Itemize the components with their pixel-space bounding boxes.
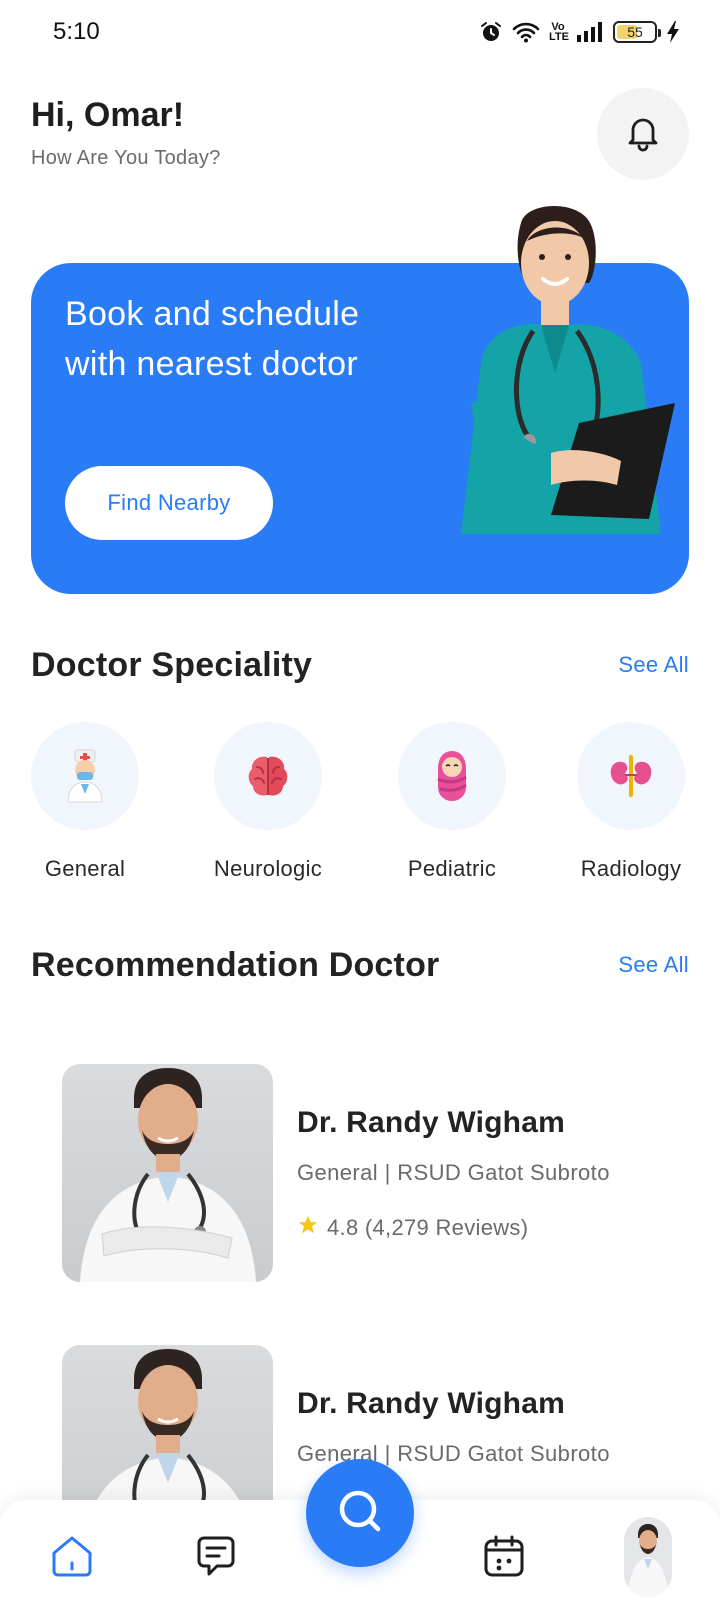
doctor-name: Dr. Randy Wigham — [297, 1106, 565, 1139]
doctor-photo — [62, 1064, 273, 1282]
nav-chat[interactable] — [192, 1534, 240, 1582]
doctor-name: Dr. Randy Wigham — [297, 1387, 565, 1420]
doctor-icon — [31, 722, 139, 830]
search-icon — [335, 1486, 385, 1541]
speciality-general[interactable]: General — [5, 722, 165, 882]
battery-icon: 55 — [613, 21, 661, 43]
speciality-pediatric[interactable]: Pediatric — [372, 722, 532, 882]
brain-icon — [214, 722, 322, 830]
calendar-icon — [481, 1533, 527, 1584]
kidney-icon — [577, 722, 685, 830]
find-nearby-button[interactable]: Find Nearby — [65, 466, 273, 540]
speciality-see-all-link[interactable]: See All — [618, 652, 689, 678]
baby-icon — [398, 722, 506, 830]
signal-icon — [576, 21, 604, 43]
speciality-title: Doctor Speciality — [31, 646, 313, 684]
doctor-rating: 4.8 (4,279 Reviews) — [297, 1214, 528, 1242]
greeting-subtitle: How Are You Today? — [31, 147, 221, 169]
doctor-meta: General | RSUD Gatot Subroto — [297, 1160, 610, 1185]
battery-level: 55 — [627, 24, 643, 40]
banner-text: Book and schedule with nearest doctor — [65, 295, 360, 383]
speciality-label: Pediatric — [407, 856, 497, 881]
recommendation-see-all-link[interactable]: See All — [618, 952, 689, 978]
bell-icon — [623, 112, 663, 157]
doctor-card[interactable]: Dr. Randy Wigham General | RSUD Gatot Su… — [62, 1064, 682, 1284]
profile-avatar[interactable] — [624, 1517, 672, 1597]
home-icon — [49, 1533, 95, 1584]
alarm-icon — [479, 20, 503, 44]
wifi-icon — [512, 21, 540, 43]
speciality-label: Radiology — [580, 856, 682, 881]
charging-icon — [666, 20, 680, 44]
speciality-label: General — [44, 856, 126, 881]
speciality-radiology[interactable]: Radiology — [551, 722, 711, 882]
notification-button[interactable] — [597, 88, 689, 180]
recommendation-title: Recommendation Doctor — [31, 946, 440, 984]
chat-icon — [193, 1533, 239, 1584]
nav-calendar[interactable] — [480, 1534, 528, 1582]
status-bar: 5:10 Vo LTE 55 — [0, 0, 720, 64]
speciality-neurologic[interactable]: Neurologic — [188, 722, 348, 882]
rating-text: 4.8 (4,279 Reviews) — [327, 1215, 529, 1240]
promo-banner: Book and schedule with nearest doctor Fi… — [31, 206, 689, 594]
greeting-title: Hi, Omar! — [31, 96, 185, 134]
nav-home[interactable] — [48, 1534, 96, 1582]
home-screen: 5:10 Vo LTE 55 Hi, Omar! How Are You Tod… — [0, 0, 720, 1612]
volte-icon: Vo LTE — [549, 21, 569, 43]
doctor-illustration — [461, 206, 675, 534]
star-icon — [297, 1214, 319, 1242]
search-fab-button[interactable] — [306, 1459, 414, 1567]
status-time: 5:10 — [53, 18, 100, 45]
status-icons: Vo LTE 55 — [479, 18, 680, 46]
speciality-label: Neurologic — [213, 856, 323, 881]
